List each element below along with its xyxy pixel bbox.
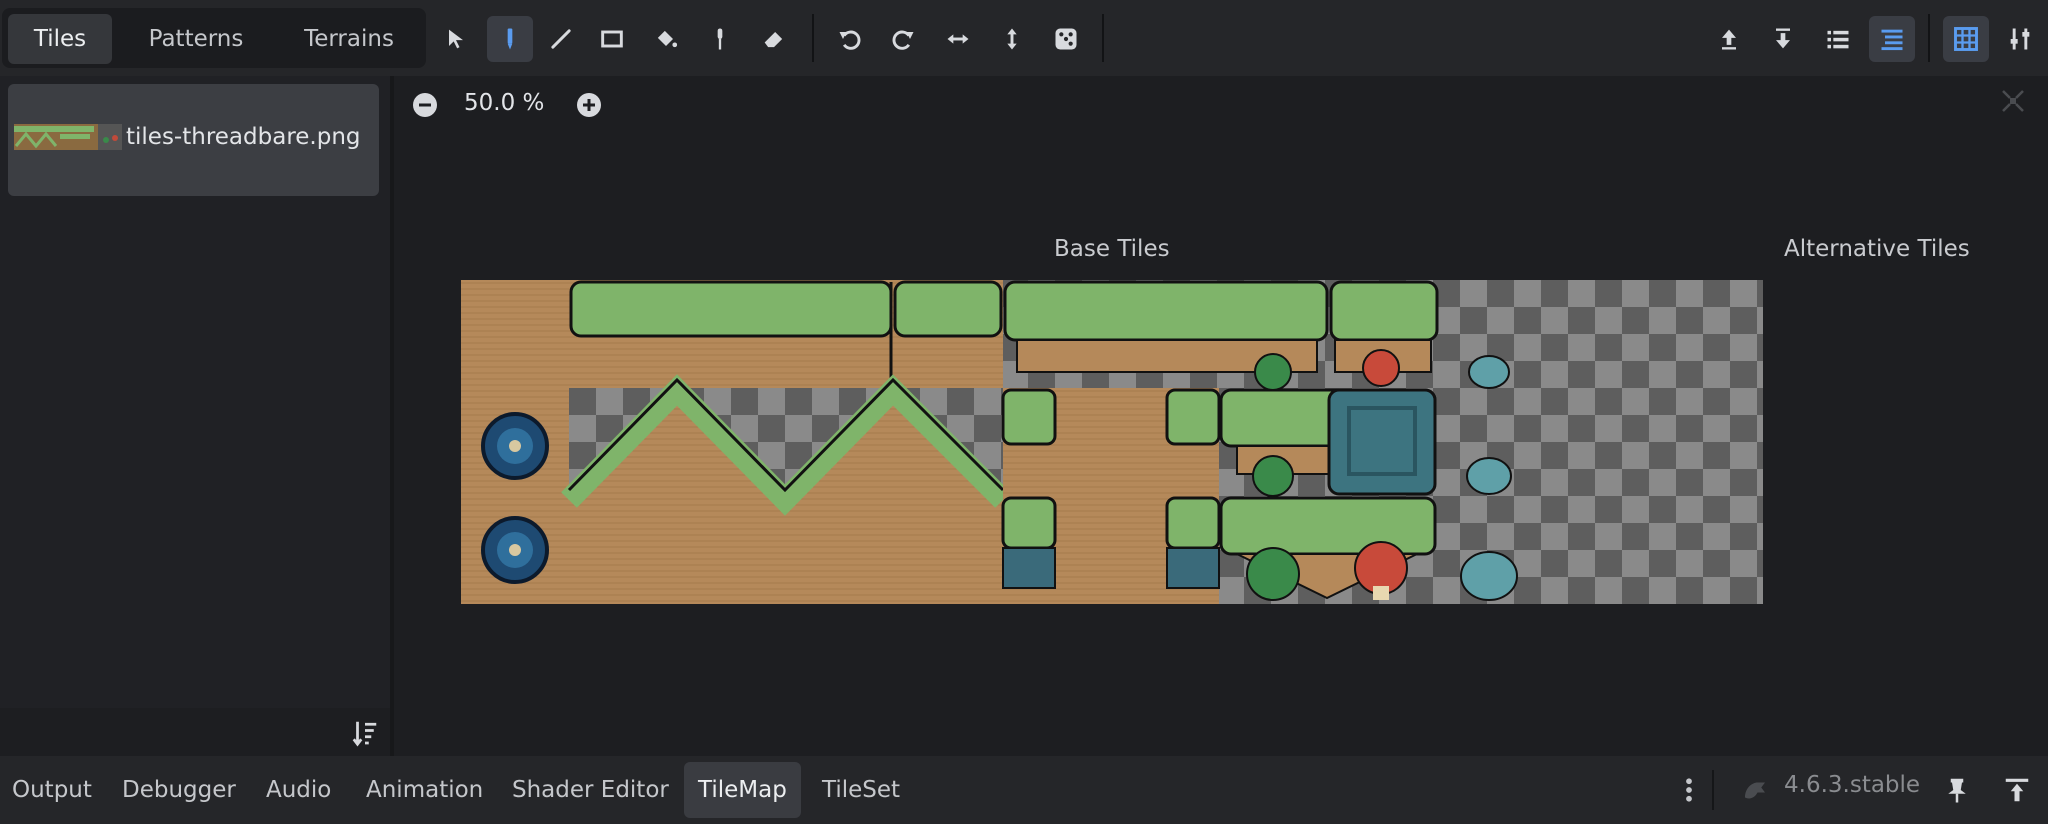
pin-icon[interactable] [1942, 775, 1972, 805]
select-icon [449, 29, 463, 49]
eraser-tool-button[interactable] [751, 16, 797, 62]
bucket-icon [657, 30, 678, 48]
platform-tile[interactable] [1003, 280, 1329, 342]
tab-output[interactable]: Output [0, 762, 106, 818]
select-tool-button[interactable] [433, 16, 479, 62]
bush-tile[interactable] [1254, 353, 1292, 391]
rock-tile[interactable] [1460, 551, 1518, 601]
line-icon [551, 29, 571, 49]
platform-tile[interactable] [1329, 280, 1439, 342]
tools-settings-icon [2010, 28, 2030, 50]
tab-shader-editor[interactable]: Shader Editor [498, 762, 683, 818]
source-name: tiles-threadbare.png [126, 124, 361, 150]
toolbar-separator [812, 14, 814, 62]
toolbar-separator [1928, 14, 1930, 62]
tab-tilemap[interactable]: TileMap [684, 762, 801, 818]
grid-icon [1954, 27, 1978, 51]
grass-edge-tile[interactable] [1001, 496, 1057, 550]
rect-tool-button[interactable] [589, 16, 635, 62]
status-separator [1712, 770, 1714, 810]
move-up-icon [1722, 29, 1736, 50]
bush-tile[interactable] [1252, 455, 1294, 497]
zoom-out-icon[interactable] [412, 92, 438, 118]
grass-tile[interactable] [569, 280, 893, 338]
grid-toggle-button[interactable] [1943, 16, 1989, 62]
line-tool-button[interactable] [538, 16, 584, 62]
paint-icon [507, 28, 513, 50]
move-up-button[interactable] [1706, 16, 1752, 62]
tile-source-panel: tiles-threadbare.png [0, 76, 390, 708]
bucket-tool-button[interactable] [643, 16, 689, 62]
flip-v-icon [1007, 28, 1017, 50]
sort-icon[interactable] [350, 718, 380, 748]
random-tile-button[interactable] [1043, 16, 1089, 62]
zoom-in-icon[interactable] [576, 92, 602, 118]
tab-tiles[interactable]: Tiles [8, 14, 112, 64]
tab-animation[interactable]: Animation [352, 762, 497, 818]
layer-list-button[interactable] [1869, 16, 1915, 62]
move-down-button[interactable] [1760, 16, 1806, 62]
tab-audio[interactable]: Audio [252, 762, 345, 818]
bush-tile[interactable] [1246, 547, 1300, 601]
layer-list-icon [1881, 29, 1903, 51]
stone-block-tile[interactable] [1327, 388, 1437, 496]
list-icon [1827, 30, 1849, 49]
grass-edge-tile[interactable] [1001, 388, 1057, 446]
zoom-level[interactable]: 50.0 % [464, 90, 544, 116]
picker-tool-button[interactable] [697, 16, 743, 62]
tile-mode-tabs: Tiles Patterns Terrains [2, 8, 426, 68]
source-panel-footer [0, 708, 390, 756]
rock-tile[interactable] [1466, 457, 1512, 495]
grass-edge-tile[interactable] [1165, 388, 1221, 446]
tab-debugger[interactable]: Debugger [108, 762, 250, 818]
platform-tile[interactable] [1219, 496, 1437, 556]
godot-update-icon [1745, 782, 1765, 799]
tile-atlas[interactable] [461, 280, 1763, 604]
picker-icon [717, 28, 723, 50]
rect-icon [601, 30, 623, 48]
rock-tile[interactable] [1468, 355, 1510, 389]
grass-tile[interactable] [893, 280, 1003, 338]
rotate-left-icon [839, 30, 861, 50]
flip-h-button[interactable] [935, 16, 981, 62]
list-button[interactable] [1815, 16, 1861, 62]
rotate-left-button[interactable] [827, 16, 873, 62]
paint-tool-button[interactable] [487, 16, 533, 62]
more-options-icon[interactable] [1674, 775, 1704, 805]
rotate-right-button[interactable] [880, 16, 926, 62]
source-thumbnail [14, 124, 122, 150]
tab-terrains[interactable]: Terrains [280, 14, 418, 64]
rotate-right-icon [892, 30, 914, 50]
engine-version: 4.6.3.stable [1784, 772, 1921, 798]
tab-patterns[interactable]: Patterns [122, 14, 270, 64]
alternative-tiles-label: Alternative Tiles [1784, 236, 1970, 262]
expand-panel-icon[interactable] [2002, 775, 2032, 805]
flip-v-button[interactable] [989, 16, 1035, 62]
flip-h-icon [947, 34, 969, 44]
tile-source-item[interactable]: tiles-threadbare.png [8, 84, 379, 196]
move-down-icon [1776, 28, 1790, 49]
center-view-icon[interactable] [2000, 88, 2026, 114]
random-icon [1055, 28, 1077, 50]
tab-tileset[interactable]: TileSet [808, 762, 914, 818]
mushroom-tile[interactable] [1362, 349, 1400, 387]
base-tiles-label: Base Tiles [1054, 236, 1170, 262]
grass-edge-tile[interactable] [1165, 496, 1221, 550]
tools-settings-button[interactable] [1997, 16, 2043, 62]
eraser-icon [764, 32, 783, 48]
toolbar-separator [1102, 14, 1104, 62]
